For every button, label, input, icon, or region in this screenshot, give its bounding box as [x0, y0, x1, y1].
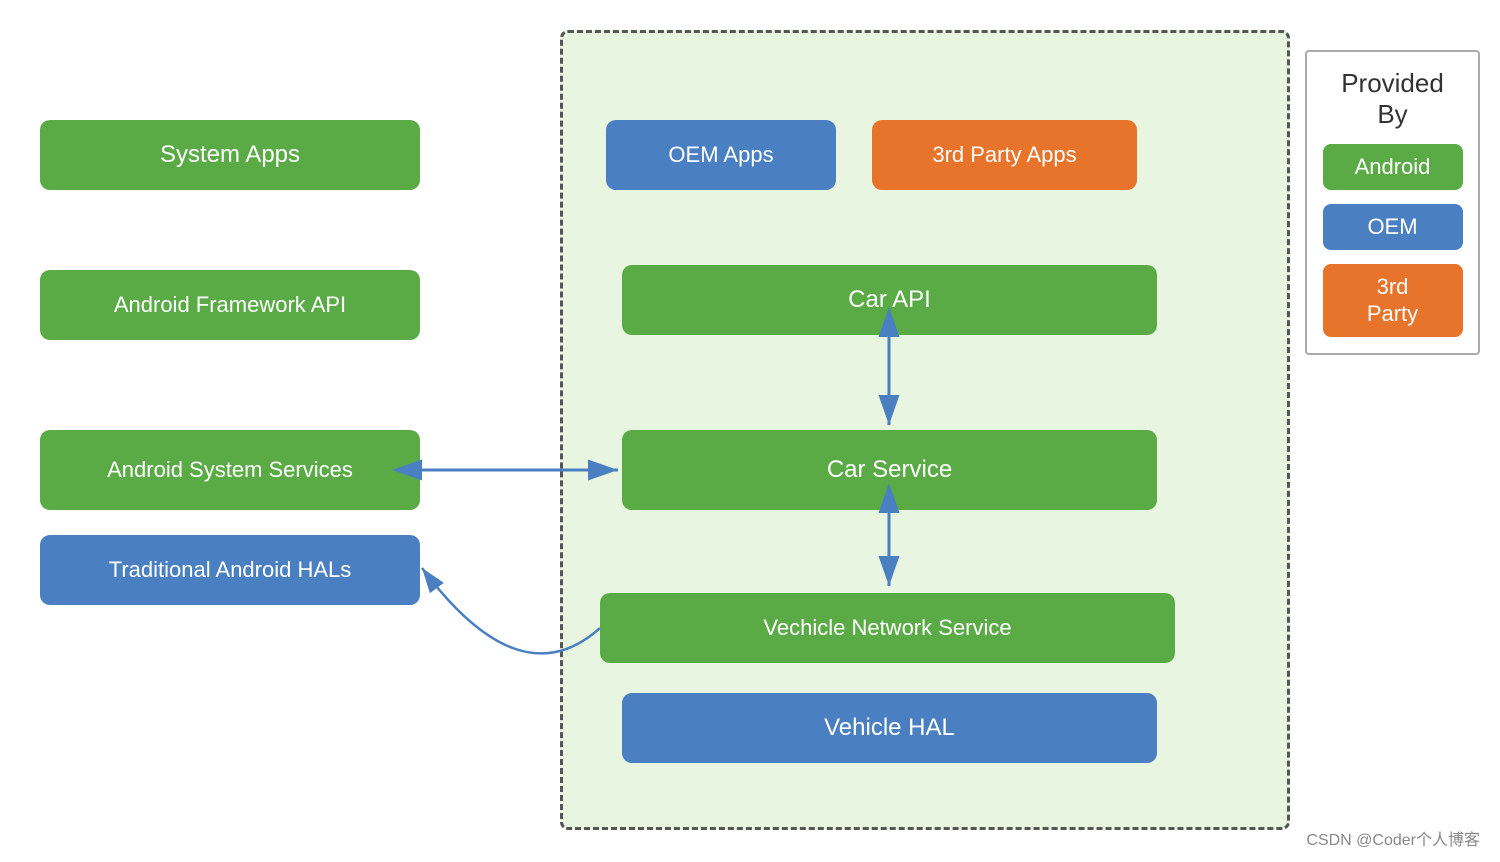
system-apps-label: System Apps — [160, 141, 300, 169]
oem-legend-label: OEM — [1367, 214, 1417, 240]
car-service-box: Car Service — [622, 430, 1157, 510]
legend-title: Provided By — [1341, 68, 1444, 130]
android-framework-api-label: Android Framework API — [114, 292, 346, 318]
vehicle-hal-box: Vehicle HAL — [622, 693, 1157, 763]
vehicle-network-service-box: Vechicle Network Service — [600, 593, 1175, 663]
android-system-services-box: Android System Services — [40, 430, 420, 510]
vehicle-network-service-label: Vechicle Network Service — [763, 615, 1011, 641]
android-system-services-label: Android System Services — [107, 457, 353, 483]
third-party-apps-box: 3rd Party Apps — [872, 120, 1137, 190]
watermark-text: CSDN @Coder个人博客 — [1306, 832, 1480, 849]
car-service-label: Car Service — [827, 456, 952, 484]
vehicle-hal-label: Vehicle HAL — [824, 714, 955, 742]
traditional-android-hals-label: Traditional Android HALs — [109, 557, 352, 583]
watermark: CSDN @Coder个人博客 — [1306, 826, 1480, 850]
system-apps-box: System Apps — [40, 120, 420, 190]
android-framework-api-box: Android Framework API — [40, 270, 420, 340]
android-legend-label: Android — [1355, 154, 1431, 180]
car-api-box: Car API — [622, 265, 1157, 335]
oem-apps-box: OEM Apps — [606, 120, 836, 190]
diagram-container: System Apps Android Framework API Androi… — [0, 0, 1500, 862]
third-party-legend-label: 3rd Party — [1367, 274, 1418, 327]
android-legend-item: Android — [1323, 144, 1463, 190]
oem-apps-label: OEM Apps — [668, 142, 773, 168]
traditional-android-hals-box: Traditional Android HALs — [40, 535, 420, 605]
legend-box: Provided By Android OEM 3rd Party — [1305, 50, 1480, 355]
third-party-apps-label: 3rd Party Apps — [932, 142, 1076, 168]
oem-legend-item: OEM — [1323, 204, 1463, 250]
car-api-label: Car API — [848, 286, 931, 314]
third-party-legend-item: 3rd Party — [1323, 264, 1463, 337]
